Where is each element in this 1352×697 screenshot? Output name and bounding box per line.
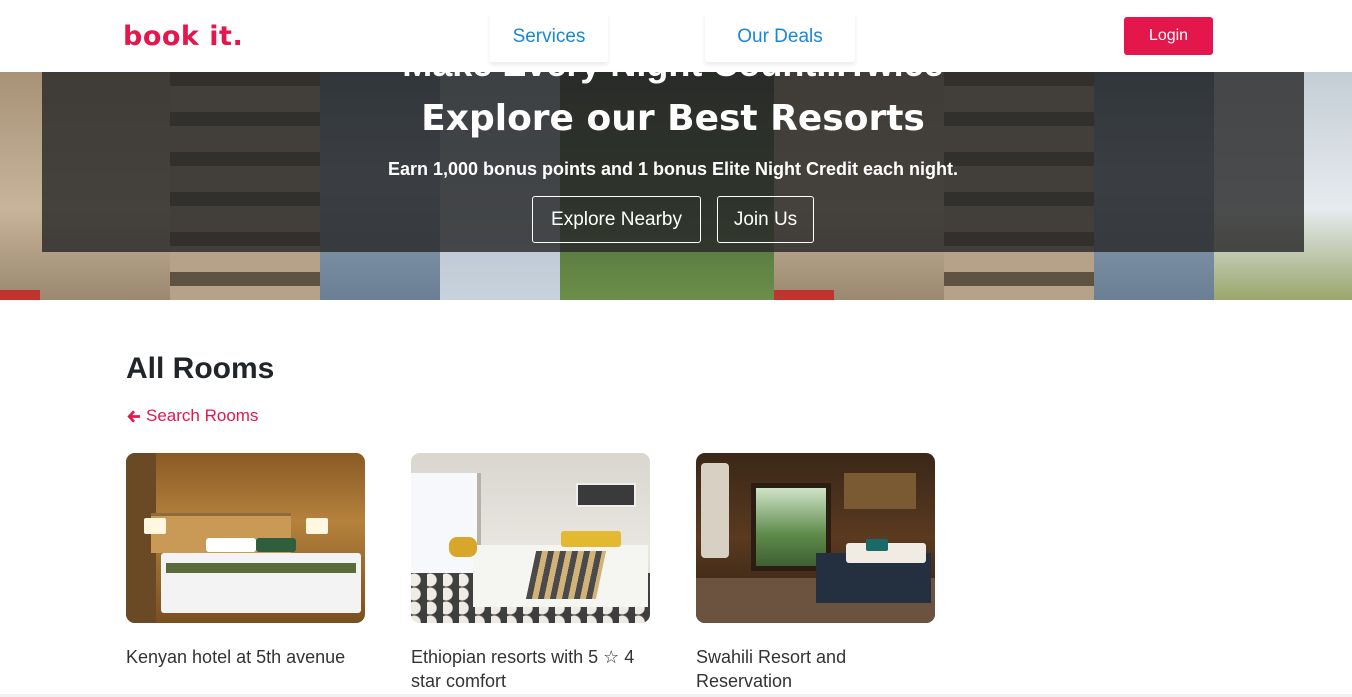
room-title[interactable]: Ethiopian resorts with 5 ☆ 4 star comfor…: [411, 645, 650, 693]
join-us-button[interactable]: Join Us: [717, 196, 814, 243]
hero-subtitle: Earn 1,000 bonus points and 1 bonus Elit…: [387, 159, 959, 179]
room-title[interactable]: Kenyan hotel at 5th avenue: [126, 645, 365, 669]
room-image[interactable]: [411, 453, 650, 623]
room-card[interactable]: Kenyan hotel at 5th avenue: [126, 453, 365, 669]
search-rooms-link[interactable]: Search Rooms: [126, 405, 258, 427]
hero-title: Explore our Best Resorts: [421, 98, 925, 139]
all-rooms-heading: All Rooms: [126, 352, 275, 385]
arrow-left-icon: [127, 409, 141, 423]
login-button[interactable]: Login: [1124, 17, 1213, 55]
explore-nearby-button[interactable]: Explore Nearby: [532, 196, 701, 243]
nav-link-services[interactable]: Services: [490, 12, 608, 62]
hero-clipped-heading: Make Every Night Count...Twice: [42, 72, 1304, 86]
hero-banner: Make Every Night Count...Twice Explore o…: [0, 72, 1352, 300]
search-rooms-label: Search Rooms: [146, 406, 259, 425]
room-image[interactable]: [126, 453, 365, 623]
hero-overlay: Make Every Night Count...Twice Explore o…: [42, 72, 1304, 252]
brand-logo[interactable]: book it.: [123, 20, 243, 54]
room-title[interactable]: Swahili Resort and Reservation: [696, 645, 935, 693]
room-image[interactable]: [696, 453, 935, 623]
room-card[interactable]: Swahili Resort and Reservation: [696, 453, 935, 693]
navbar: book it. Services Our Deals Login: [0, 0, 1352, 72]
room-card[interactable]: Ethiopian resorts with 5 ☆ 4 star comfor…: [411, 453, 650, 693]
nav-link-our-deals[interactable]: Our Deals: [705, 12, 855, 62]
hero-background-awning: [0, 290, 40, 300]
hero-background-awning: [774, 290, 834, 300]
